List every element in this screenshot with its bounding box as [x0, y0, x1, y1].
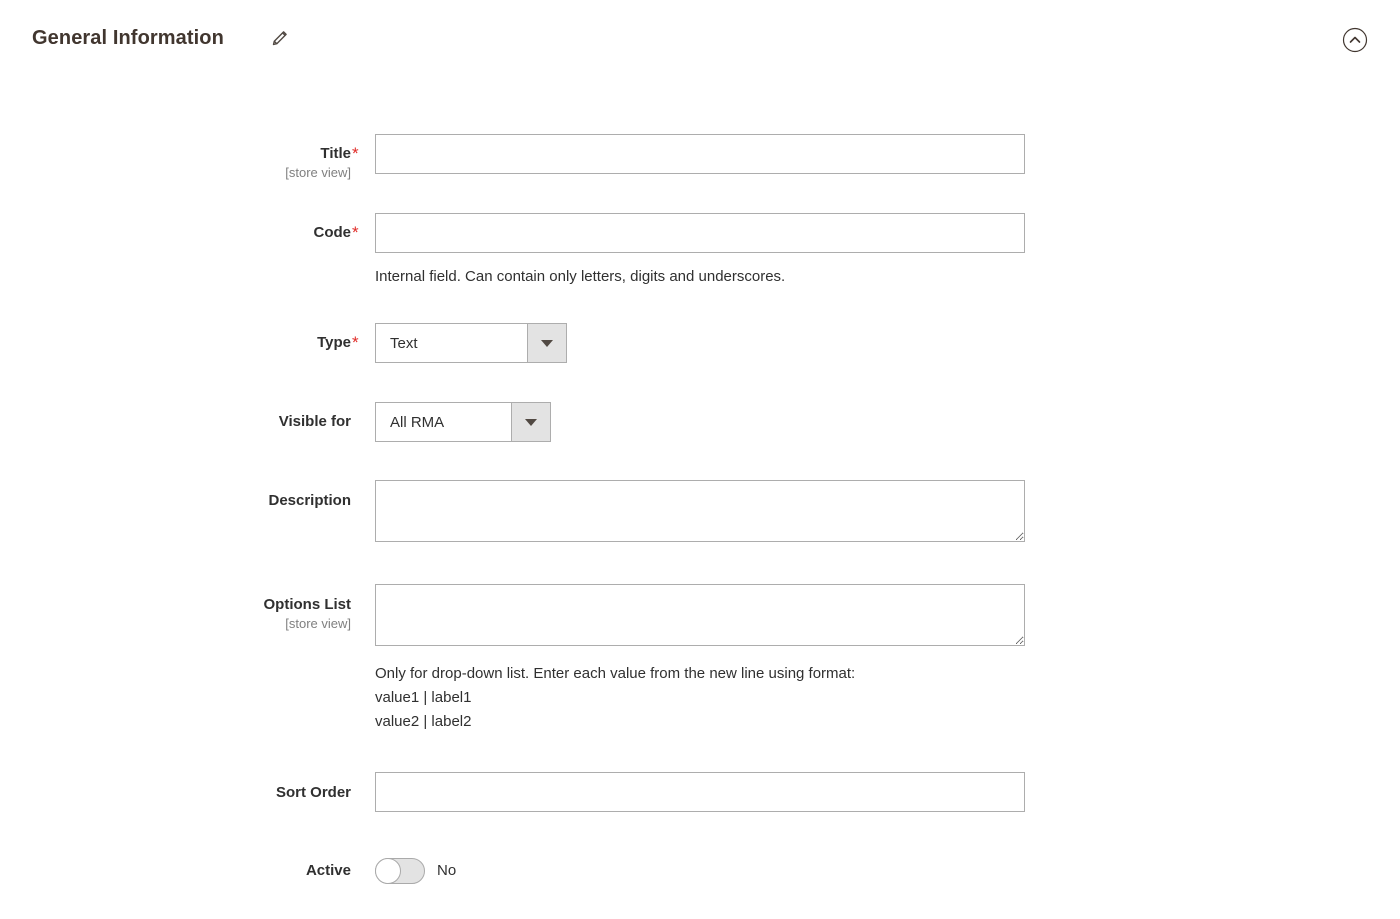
field-label-code: Code [0, 223, 351, 243]
active-toggle-knob [375, 858, 401, 884]
pencil-icon[interactable] [270, 28, 290, 48]
field-label-type: Type [0, 333, 351, 353]
active-toggle[interactable] [375, 858, 425, 884]
page-title: General Information [32, 24, 224, 52]
code-input[interactable] [375, 213, 1025, 253]
active-toggle-state-label: No [437, 858, 456, 884]
field-label-title: Title [0, 144, 351, 164]
visible-for-select-value: All RMA [376, 403, 511, 441]
options-list-textarea[interactable] [375, 584, 1025, 646]
chevron-down-icon [511, 403, 550, 441]
field-label-options-list: Options List [0, 595, 351, 615]
field-scope-options-list: [store view] [0, 615, 351, 633]
required-marker-title: * [352, 144, 359, 164]
section-header: General Information [0, 0, 1400, 80]
options-list-hint-text: Only for drop-down list. Enter each valu… [375, 662, 855, 734]
field-label-description: Description [0, 491, 351, 511]
required-marker-type: * [352, 333, 359, 353]
chevron-down-icon [527, 324, 566, 362]
visible-for-select[interactable]: All RMA [375, 402, 551, 442]
field-scope-title: [store view] [0, 164, 351, 182]
field-label-visible-for: Visible for [0, 412, 351, 432]
required-marker-code: * [352, 223, 359, 243]
title-input[interactable] [375, 134, 1025, 174]
collapse-section-button[interactable] [1342, 27, 1368, 53]
type-select[interactable]: Text [375, 323, 567, 363]
type-select-value: Text [376, 324, 527, 362]
sort-order-input[interactable] [375, 772, 1025, 812]
field-label-active: Active [0, 861, 351, 881]
description-textarea[interactable] [375, 480, 1025, 542]
code-hint-text: Internal field. Can contain only letters… [375, 265, 785, 289]
field-label-sort-order: Sort Order [0, 783, 351, 803]
